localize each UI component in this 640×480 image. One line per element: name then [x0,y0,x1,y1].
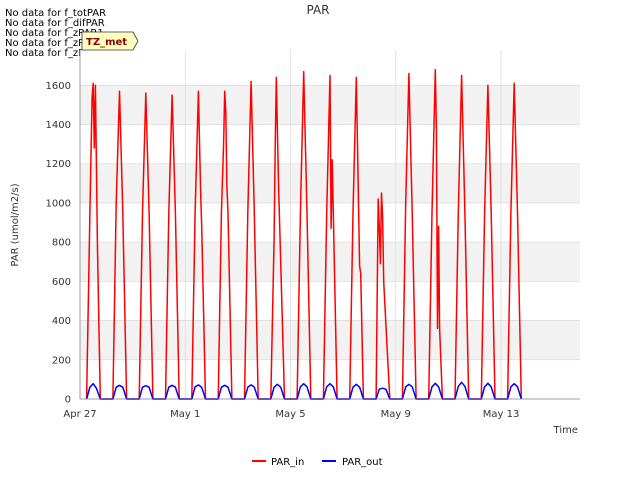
x-ticks: Apr 27 May 1 May 5 May 9 May 13 [63,409,519,420]
x-tick-label: May 9 [381,409,411,420]
x-axis-title: Time [553,425,578,436]
dataset-badge: TZ_met [81,31,139,51]
y-tick-label: 400 [52,316,71,327]
badge-label: TZ_met [86,37,127,48]
legend-label-par-out: PAR_out [342,457,383,468]
y-tick-label: 800 [52,238,71,249]
x-tick-label: May 5 [275,409,305,420]
y-tick-label: 1400 [46,120,71,131]
grid-band [80,320,580,360]
y-tick-label: 0 [65,395,71,406]
y-ticks: 0 200 400 600 800 1000 1200 1400 1600 [46,81,71,406]
x-tick-label: May 1 [170,409,200,420]
par-chart: PAR 0 200 400 600 800 1000 1200 1400 1600 Apr 27… [10,3,580,468]
legend: PAR_in PAR_out [252,457,383,468]
chart-title: PAR [306,3,329,17]
legend-label-par-in: PAR_in [271,457,304,468]
y-axis-title: PAR (umol/m2/s) [10,183,21,266]
y-tick-label: 1600 [46,81,71,92]
x-tick-label: May 13 [483,409,520,420]
y-tick-label: 1000 [46,198,71,209]
x-tick-label: Apr 27 [63,409,96,420]
grid-band [80,242,580,282]
y-tick-label: 1200 [46,159,71,170]
y-tick-label: 600 [52,277,71,288]
y-tick-label: 200 [52,355,71,366]
